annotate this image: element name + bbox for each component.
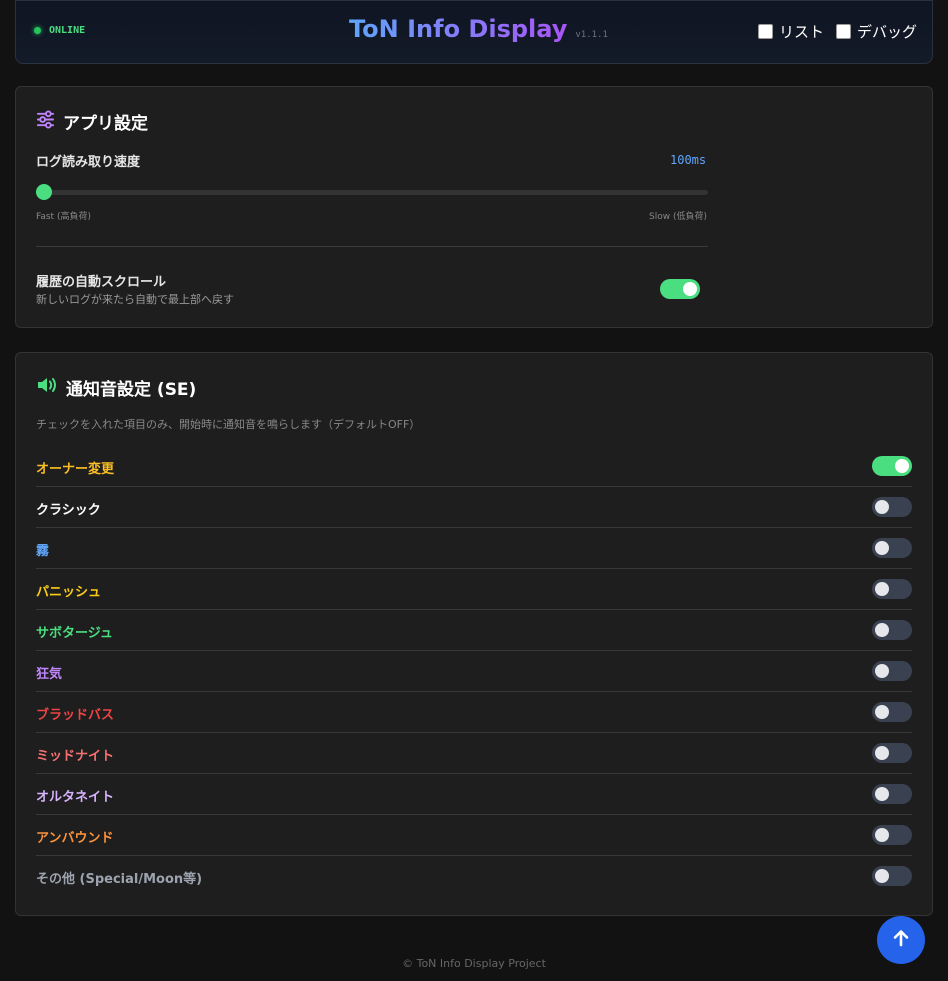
se-row: オルタネイト (36, 774, 912, 815)
log-speed-slider-thumb[interactable] (36, 184, 52, 200)
se-row: オーナー変更 (36, 446, 912, 487)
toggle-knob (875, 828, 889, 842)
log-speed-value: 100ms (670, 153, 707, 167)
auto-scroll-description: 新しいログが来たら自動で最上部へ戻す (36, 293, 234, 306)
se-item-label: オルタネイト (36, 790, 115, 805)
auto-scroll-toggle[interactable] (660, 279, 700, 299)
status-dot-icon (34, 27, 41, 34)
speaker-icon (36, 376, 58, 399)
debug-toggle[interactable]: デバッグ (835, 21, 917, 42)
se-item-label: アンバウンド (36, 831, 114, 846)
se-item-toggle[interactable] (872, 784, 912, 804)
se-row: その他 (Special/Moon等) (36, 856, 912, 897)
toggle-knob (875, 541, 889, 555)
se-item-toggle[interactable] (872, 825, 912, 845)
se-row: クラシック (36, 487, 912, 528)
app-settings-card: アプリ設定 ログ読み取り速度 100ms Fast (高負荷) Slow (低負… (15, 86, 933, 328)
se-row: 狂気 (36, 651, 912, 692)
se-item-toggle[interactable] (872, 661, 912, 681)
footer: © ToN Info Display Project (402, 957, 546, 970)
divider (36, 246, 708, 247)
version-label: v1.1.1 (575, 30, 608, 40)
top-header: ONLINE ToN Info Display v1.1.1 リスト デバッグ (15, 0, 933, 64)
list-checkbox[interactable] (757, 24, 773, 39)
toggle-knob (875, 705, 889, 719)
slider-min-label: Fast (高負荷) (36, 212, 91, 222)
toggle-knob (875, 869, 889, 883)
se-item-toggle[interactable] (872, 620, 912, 640)
se-row: ミッドナイト (36, 733, 912, 774)
se-item-label: ミッドナイト (36, 749, 115, 764)
app-settings-heading: アプリ設定 (36, 109, 148, 134)
toggle-knob (875, 582, 889, 596)
se-item-label: ブラッドバス (36, 708, 115, 723)
se-item-toggle[interactable] (872, 743, 912, 763)
toggle-knob (875, 623, 889, 637)
toggle-knob (875, 500, 889, 514)
se-item-label: オーナー変更 (36, 462, 115, 477)
se-row: サボタージュ (36, 610, 912, 651)
se-item-toggle[interactable] (872, 579, 912, 599)
se-item-toggle[interactable] (872, 866, 912, 886)
se-item-toggle[interactable] (872, 538, 912, 558)
se-settings-heading: 通知音設定 (SE) (36, 375, 196, 400)
se-settings-card: 通知音設定 (SE) チェックを入れた項目のみ、開始時に通知音を鳴らします（デフ… (15, 352, 933, 916)
connection-status: ONLINE (34, 25, 85, 36)
app-title: ToN Info Display (349, 15, 568, 43)
toggle-knob (875, 787, 889, 801)
se-list: オーナー変更 クラシック霧パニッシュサボタージュ 狂気ブラッドバス ミッドナイト オルタ… (36, 446, 912, 897)
slider-max-label: Slow (低負荷) (649, 212, 707, 222)
se-description: チェックを入れた項目のみ、開始時に通知音を鳴らします（デフォルトOFF） (36, 418, 421, 431)
se-item-label: その他 (Special/Moon等) (36, 872, 203, 887)
debug-checkbox[interactable] (835, 24, 851, 39)
arrow-up-icon (891, 928, 911, 952)
se-item-label: 狂気 (36, 667, 63, 682)
sliders-icon (36, 109, 55, 134)
auto-scroll-label: 履歴の自動スクロール (36, 275, 167, 290)
se-item-label: パニッシュ (36, 585, 102, 600)
toggle-knob (875, 664, 889, 678)
toggle-knob (683, 282, 697, 296)
toggle-knob (875, 746, 889, 760)
se-item-toggle[interactable] (872, 702, 912, 722)
toggle-knob (895, 459, 909, 473)
list-label: リスト (778, 23, 824, 41)
se-item-toggle[interactable] (872, 456, 912, 476)
header-toggles: リスト デバッグ (757, 21, 917, 42)
se-item-label: 霧 (36, 544, 50, 559)
se-item-label: クラシック (36, 503, 101, 518)
se-row: ブラッドバス (36, 692, 912, 733)
se-row: 霧 (36, 528, 912, 569)
log-speed-label: ログ読み取り速度 (36, 155, 141, 170)
app-settings-title: アプリ設定 (63, 114, 148, 134)
se-item-toggle[interactable] (872, 497, 912, 517)
debug-label: デバッグ (856, 23, 917, 41)
se-row: アンバウンド (36, 815, 912, 856)
se-item-label: サボタージュ (36, 626, 113, 641)
se-settings-title: 通知音設定 (SE) (66, 380, 197, 400)
list-toggle[interactable]: リスト (757, 21, 824, 42)
status-text: ONLINE (49, 25, 86, 36)
se-row: パニッシュ (36, 569, 912, 610)
title-group: ToN Info Display v1.1.1 (349, 15, 608, 43)
log-speed-slider-track[interactable] (36, 190, 708, 195)
